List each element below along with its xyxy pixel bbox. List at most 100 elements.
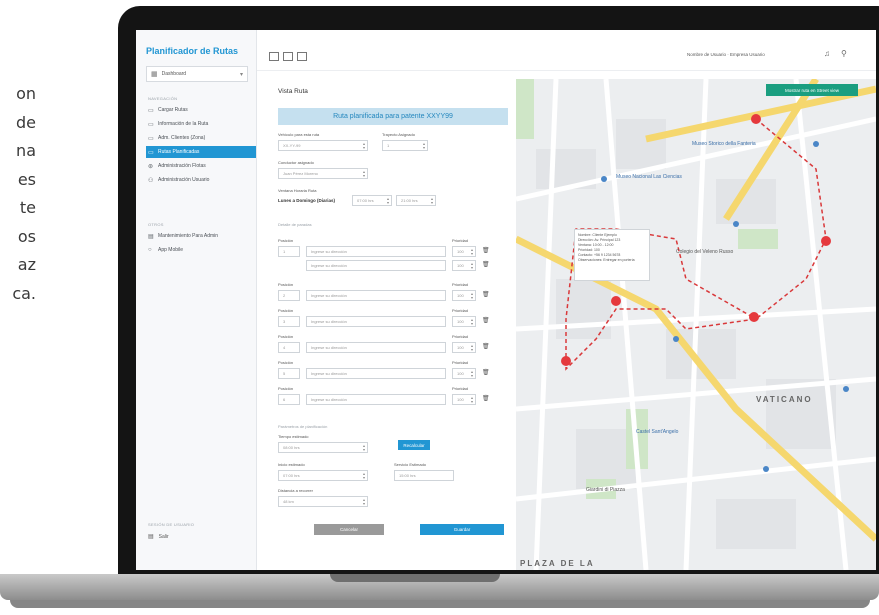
stop-position-field[interactable]: 2: [278, 290, 300, 301]
window-from-field[interactable]: 07:00 hrs ▴ ▾: [352, 195, 392, 206]
stop-priority-value: 100: [457, 263, 464, 268]
sidebar-item-rutas-planificadas[interactable]: ▭ Rutas Planificadas: [146, 146, 256, 158]
address-placeholder: Ingrese su dirección: [311, 319, 347, 324]
trash-icon[interactable]: 🗑︎: [482, 317, 490, 324]
save-button[interactable]: Guardar: [420, 524, 504, 535]
recalc-button[interactable]: Recalcular: [398, 440, 430, 450]
dashboard-select[interactable]: ▦ Dashboard ▾: [146, 66, 248, 82]
stop-priority-field[interactable]: 100 ▴ ▾: [452, 394, 476, 405]
sidebar-item-cargar-rutas[interactable]: ▭ Cargar Rutas: [146, 104, 256, 116]
stop-priority-field[interactable]: 100 ▴ ▾: [452, 342, 476, 353]
priority-label: Prioridad: [452, 238, 469, 243]
sidebar-item-label: Administración Usuario: [158, 177, 210, 183]
vehicle-field[interactable]: XX-YY-99 ▴ ▾: [278, 140, 368, 151]
stop-position-value: 3: [283, 319, 286, 324]
address-placeholder: Ingrese su dirección: [311, 397, 347, 402]
end-field[interactable]: 15:00 hrs: [394, 470, 454, 481]
stop-priority-value: 100: [457, 319, 464, 324]
est-time-label: Tiempo estimado: [278, 434, 309, 439]
sidebar-item-administracion-flotas[interactable]: ⊛ Administración Flotas: [146, 160, 256, 172]
position-label: Posición: [278, 334, 294, 339]
sidebar-item-app-mobile[interactable]: ○ App Mobile: [146, 244, 256, 256]
stepper-icon: ▴ ▾: [362, 141, 365, 150]
map-label: Museo Nacional Las Ciencias: [616, 174, 682, 180]
stop-address-field[interactable]: Ingrese su dirección: [306, 342, 446, 353]
laptop-screen: Planificador de Rutas ▦ Dashboard ▾ NAVE…: [136, 30, 876, 570]
map-label: Museo Storico della Fanteria: [692, 141, 756, 147]
sidebar-item-adm-clientes[interactable]: ▭ Adm. Clientes (Zona): [146, 132, 256, 144]
stop-address-field[interactable]: Ingrese su dirección: [306, 290, 446, 301]
sidebar-section-title: SESIÓN DE USUARIO: [148, 522, 195, 527]
priority-label: Prioridad: [452, 334, 469, 339]
sidebar-item-informacion-ruta[interactable]: ▭ Información de la Ruta: [146, 118, 256, 130]
stop-address-field[interactable]: Ingrese su dirección: [306, 260, 446, 271]
distance-field[interactable]: 48 km ▴ ▾: [278, 496, 368, 507]
stop-priority-field[interactable]: 100 ▴ ▾: [452, 368, 476, 379]
stepper-icon: ▴ ▾: [470, 261, 473, 270]
route-icon: ▭: [148, 149, 154, 156]
map-canvas: [516, 79, 876, 570]
page-title: Vista Ruta: [278, 88, 308, 95]
marketing-line: te: [19, 198, 36, 217]
trash-icon[interactable]: 🗑︎: [482, 247, 490, 254]
stepper-icon: ▴ ▾: [362, 497, 365, 506]
stop-address-field[interactable]: Ingrese su dirección: [306, 368, 446, 379]
user-icon: ⚇: [148, 177, 154, 184]
map-label: Giardini di Piazza: [586, 487, 625, 493]
stepper-icon: ▴ ▾: [386, 196, 389, 205]
position-label: Posición: [278, 238, 294, 243]
trash-icon[interactable]: 🗑︎: [482, 343, 490, 350]
dashboard-label: Dashboard: [161, 71, 187, 77]
stepper-icon: ▴ ▾: [470, 291, 473, 300]
logout-icon: ▤: [148, 534, 154, 540]
search-icon[interactable]: ⚲: [841, 49, 847, 58]
calendar-icon[interactable]: [297, 52, 307, 61]
stop-address-field[interactable]: Ingrese su dirección: [306, 316, 446, 327]
street-view-button[interactable]: Mostrar ruta en Street view: [766, 84, 858, 96]
stop-position-field[interactable]: 4: [278, 342, 300, 353]
marketing-text: on de na es te os az ca.: [0, 80, 36, 308]
window-day: Lunes a Domingo (Diarias): [278, 198, 336, 203]
stop-priority-value: 100: [457, 371, 464, 376]
window-icon[interactable]: [269, 52, 279, 61]
start-value: 07:00 hrs: [283, 473, 300, 478]
window-to-field[interactable]: 21:00 hrs ▴ ▾: [396, 195, 436, 206]
est-time-field[interactable]: 08:00 hrs ▴ ▾: [278, 442, 368, 453]
stop-priority-field[interactable]: 100 ▴ ▾: [452, 290, 476, 301]
trash-icon[interactable]: 🗑︎: [482, 261, 490, 268]
exit-button[interactable]: ▤ Salir: [148, 533, 169, 541]
stop-priority-value: 100: [457, 293, 464, 298]
bell-icon[interactable]: ♫: [824, 49, 830, 58]
trash-icon[interactable]: 🗑︎: [482, 291, 490, 298]
trash-icon[interactable]: 🗑︎: [482, 369, 490, 376]
route-map[interactable]: Mostrar ruta en Street view Museo Storic…: [516, 79, 876, 570]
start-field[interactable]: 07:00 hrs ▴ ▾: [278, 470, 368, 481]
sidebar-item-mantenimiento[interactable]: ▤ Mantenimiento Para Admin: [146, 230, 256, 242]
user-name[interactable]: Nombre de Usuario · Empresa Usuario: [687, 52, 765, 57]
sidebar-item-administracion-usuario[interactable]: ⚇ Administración Usuario: [146, 174, 256, 186]
sidebar-item-label: Mantenimiento Para Admin: [158, 233, 219, 239]
cancel-button[interactable]: Cancelar: [314, 524, 384, 535]
stop-address-field[interactable]: Ingrese su dirección: [306, 246, 446, 257]
vehicle-value: XX-YY-99: [283, 143, 301, 148]
trash-icon[interactable]: 🗑︎: [482, 395, 490, 402]
stop-position-field[interactable]: 5: [278, 368, 300, 379]
marketing-line: az: [17, 255, 36, 274]
driver-field[interactable]: Juan Pérez Moreno ▴ ▾: [278, 168, 368, 179]
stop-position-field[interactable]: 6: [278, 394, 300, 405]
sidebar-item-label: Rutas Planificadas: [158, 149, 200, 155]
stop-priority-value: 100: [457, 249, 464, 254]
stop-address-field[interactable]: Ingrese su dirección: [306, 394, 446, 405]
window-label: Ventana Horaria Ruta: [278, 188, 317, 193]
stop-position-field[interactable]: 1: [278, 246, 300, 257]
driver-label: Conductor asignado: [278, 160, 314, 165]
app-brand: Planificador de Rutas: [146, 46, 239, 56]
position-label: Posición: [278, 308, 294, 313]
trips-field[interactable]: 1 ▴ ▾: [382, 140, 428, 151]
chevron-down-icon: ▾: [239, 71, 243, 78]
stop-priority-field[interactable]: 100 ▴ ▾: [452, 316, 476, 327]
stop-position-field[interactable]: 3: [278, 316, 300, 327]
stop-priority-field[interactable]: 100 ▴ ▾: [452, 246, 476, 257]
window-icon[interactable]: [283, 52, 293, 61]
stop-priority-field[interactable]: 100 ▴ ▾: [452, 260, 476, 271]
